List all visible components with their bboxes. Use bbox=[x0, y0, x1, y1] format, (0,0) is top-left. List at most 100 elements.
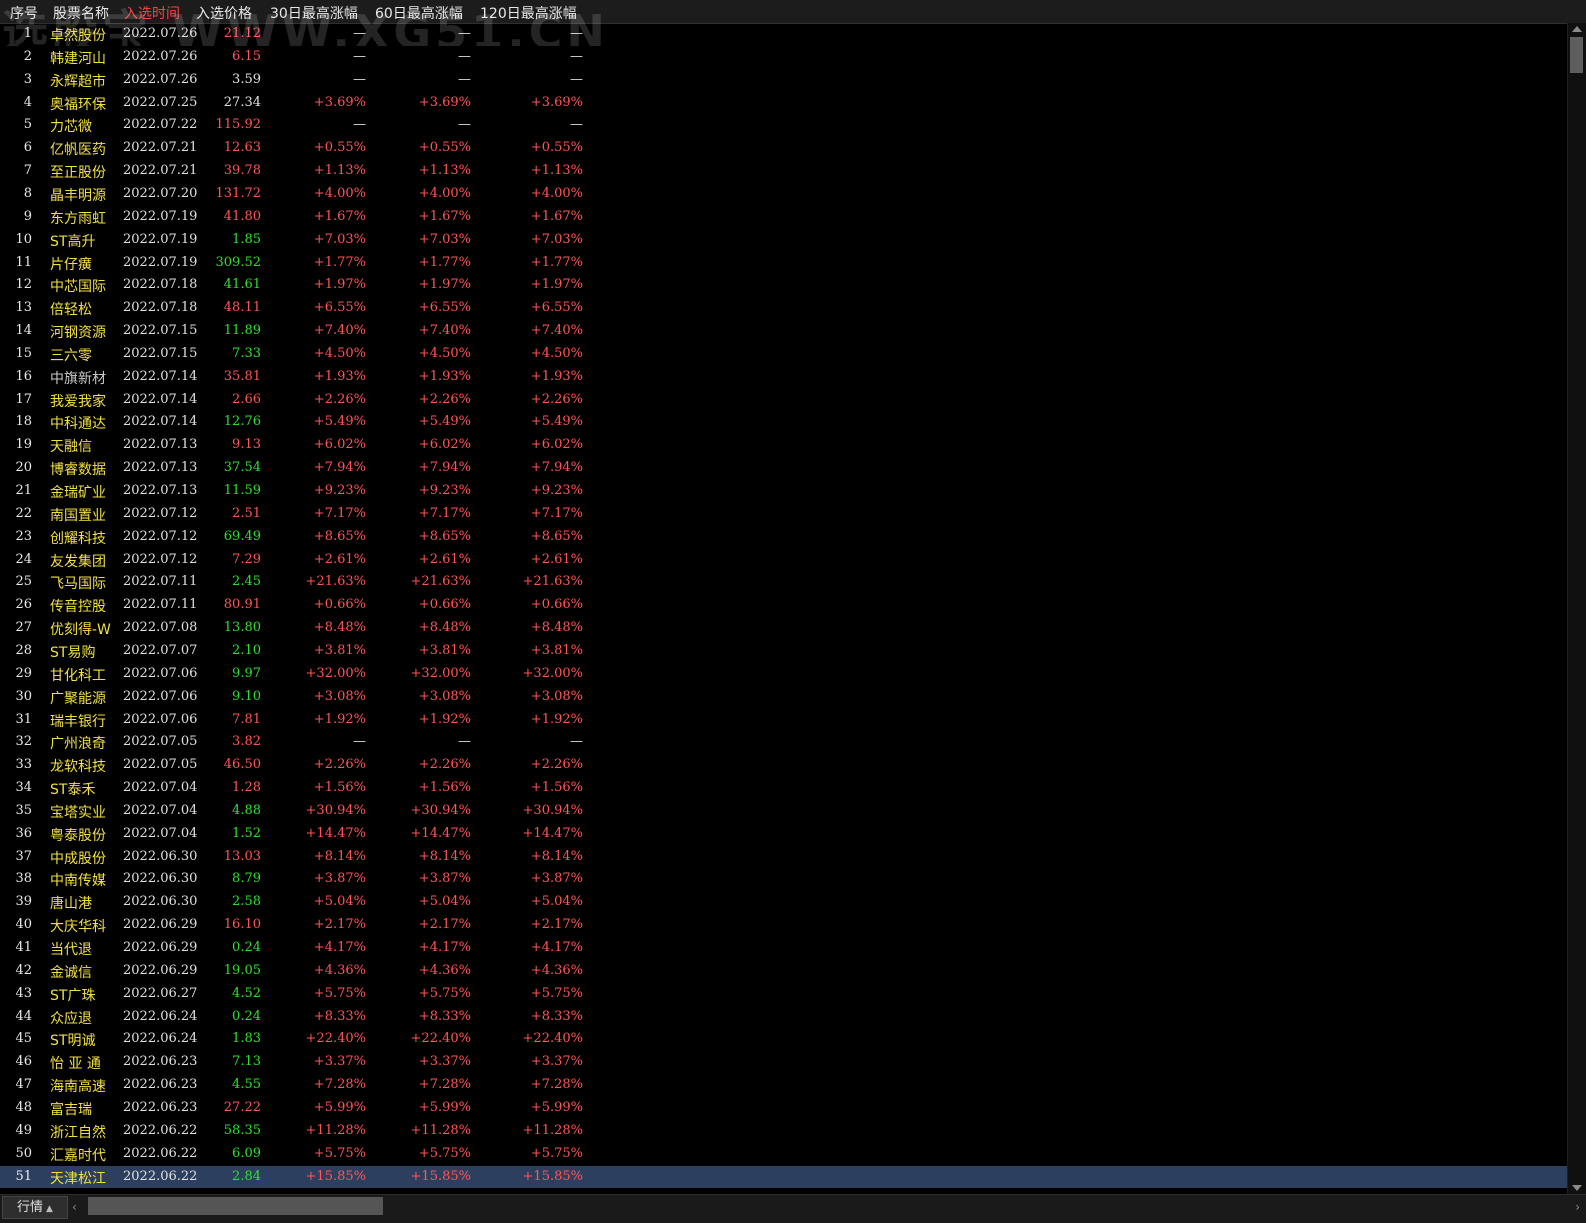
table-row[interactable]: 39 唐山港 2022.06.30 2.58 +5.04% +5.04% +5.04% bbox=[0, 891, 1568, 914]
table-row[interactable]: 33 龙软科技 2022.07.05 46.50 +2.26% +2.26% +2.26% bbox=[0, 754, 1568, 777]
table-row[interactable]: 1 卓然股份 2022.07.26 21.12 — — — bbox=[0, 23, 1568, 46]
table-row[interactable]: 12 中芯国际 2022.07.18 41.61 +1.97% +1.97% +1.97% bbox=[0, 274, 1568, 297]
select-date: 2022.06.30 bbox=[123, 871, 198, 887]
market-tab-label: 行情 bbox=[17, 1200, 44, 1215]
select-date: 2022.07.22 bbox=[123, 117, 198, 133]
table-row[interactable]: 30 广聚能源 2022.07.06 9.10 +3.08% +3.08% +3.08% bbox=[0, 686, 1568, 709]
table-row[interactable]: 44 众应退 2022.06.24 0.24 +8.33% +8.33% +8.33% bbox=[0, 1006, 1568, 1029]
select-price: 3.59 bbox=[232, 71, 261, 87]
select-price: 6.09 bbox=[232, 1145, 261, 1161]
table-row[interactable]: 21 金瑞矿业 2022.07.13 11.59 +9.23% +9.23% +9.23% bbox=[0, 480, 1568, 503]
stock-name: 飞马国际 bbox=[50, 576, 106, 593]
table-row[interactable]: 37 中成股份 2022.06.30 13.03 +8.14% +8.14% +8.14% bbox=[0, 846, 1568, 869]
gain-120d: +1.97% bbox=[530, 277, 583, 293]
table-row[interactable]: 31 瑞丰银行 2022.07.06 7.81 +1.92% +1.92% +1.92% bbox=[0, 709, 1568, 732]
table-row[interactable]: 25 飞马国际 2022.07.11 2.45 +21.63% +21.63% +21.63… bbox=[0, 571, 1568, 594]
table-row[interactable]: 15 三六零 2022.07.15 7.33 +4.50% +4.50% +4.50% bbox=[0, 343, 1568, 366]
table-row[interactable]: 20 博睿数据 2022.07.13 37.54 +7.94% +7.94% +7.94% bbox=[0, 457, 1568, 480]
table-row[interactable]: 48 富吉瑞 2022.06.23 27.22 +5.99% +5.99% +5.99% bbox=[0, 1097, 1568, 1120]
scroll-up-icon[interactable] bbox=[1572, 26, 1582, 32]
table-row[interactable]: 23 创耀科技 2022.07.12 69.49 +8.65% +8.65% +8.65% bbox=[0, 526, 1568, 549]
row-index: 12 bbox=[15, 277, 32, 293]
row-index: 38 bbox=[15, 871, 32, 887]
select-date: 2022.07.13 bbox=[123, 460, 198, 476]
gain-30d: +30.94% bbox=[305, 802, 366, 818]
header-120d-gain[interactable]: 120日最高涨幅 bbox=[480, 3, 577, 23]
table-row[interactable]: 19 天融信 2022.07.13 9.13 +6.02% +6.02% +6.02% bbox=[0, 434, 1568, 457]
table-row[interactable]: 46 怡 亚 通 2022.06.23 7.13 +3.37% +3.37% +3.37% bbox=[0, 1051, 1568, 1074]
stock-name: 瑞丰银行 bbox=[50, 713, 106, 730]
header-index[interactable]: 序号 bbox=[10, 3, 38, 23]
table-row[interactable]: 29 甘化科工 2022.07.06 9.97 +32.00% +32.00% +32.00… bbox=[0, 663, 1568, 686]
table-row[interactable]: 35 宝塔实业 2022.07.04 4.88 +30.94% +30.94% +30.94… bbox=[0, 800, 1568, 823]
table-row[interactable]: 3 永辉超市 2022.07.26 3.59 — — — bbox=[0, 69, 1568, 92]
table-row[interactable]: 22 南国置业 2022.07.12 2.51 +7.17% +7.17% +7.17% bbox=[0, 503, 1568, 526]
table-row[interactable]: 32 广州浪奇 2022.07.05 3.82 — — — bbox=[0, 731, 1568, 754]
gain-30d: +1.13% bbox=[313, 163, 366, 179]
table-row[interactable]: 26 传音控股 2022.07.11 80.91 +0.66% +0.66% +0.66% bbox=[0, 594, 1568, 617]
table-row[interactable]: 18 中科通达 2022.07.14 12.76 +5.49% +5.49% +5.49% bbox=[0, 411, 1568, 434]
table-row[interactable]: 34 ST泰禾 2022.07.04 1.28 +1.56% +1.56% +1.56% bbox=[0, 777, 1568, 800]
table-row[interactable]: 4 奥福环保 2022.07.25 27.34 +3.69% +3.69% +3.69% bbox=[0, 92, 1568, 115]
table-row[interactable]: 2 韩建河山 2022.07.26 6.15 — — — bbox=[0, 46, 1568, 69]
gain-30d: +0.55% bbox=[313, 140, 366, 156]
table-row[interactable]: 28 ST易购 2022.07.07 2.10 +3.81% +3.81% +3.81% bbox=[0, 640, 1568, 663]
table-row[interactable]: 24 友发集团 2022.07.12 7.29 +2.61% +2.61% +2.61% bbox=[0, 549, 1568, 572]
table-row[interactable]: 45 ST明诚 2022.06.24 1.83 +22.40% +22.40% +22.40… bbox=[0, 1028, 1568, 1051]
vertical-scrollbar[interactable] bbox=[1567, 23, 1586, 1194]
gain-60d: +6.02% bbox=[418, 437, 471, 453]
header-select-date[interactable]: 入选时间 bbox=[124, 3, 180, 23]
table-row[interactable]: 38 中南传媒 2022.06.30 8.79 +3.87% +3.87% +3.87% bbox=[0, 868, 1568, 891]
header-60d-gain[interactable]: 60日最高涨幅 bbox=[375, 3, 463, 23]
header-30d-gain[interactable]: 30日最高涨幅 bbox=[270, 3, 358, 23]
stock-name: 片仔癀 bbox=[50, 256, 92, 273]
gain-60d: +5.04% bbox=[418, 894, 471, 910]
table-row[interactable]: 17 我爱我家 2022.07.14 2.66 +2.26% +2.26% +2.26% bbox=[0, 389, 1568, 412]
gain-120d: +3.69% bbox=[530, 94, 583, 110]
gain-60d: +6.55% bbox=[418, 300, 471, 316]
header-select-price[interactable]: 入选价格 bbox=[196, 3, 252, 23]
table-row[interactable]: 51 天津松江 2022.06.22 2.84 +15.85% +15.85% +15.85… bbox=[0, 1165, 1568, 1189]
select-date: 2022.07.11 bbox=[123, 574, 198, 590]
table-row[interactable]: 8 晶丰明源 2022.07.20 131.72 +4.00% +4.00% +4.00% bbox=[0, 183, 1568, 206]
table-row[interactable]: 49 浙江自然 2022.06.22 58.35 +11.28% +11.28% +11.2… bbox=[0, 1120, 1568, 1143]
stock-name: 中南传媒 bbox=[50, 873, 106, 890]
scroll-right-icon[interactable]: › bbox=[1575, 1200, 1580, 1214]
gain-120d: +2.26% bbox=[530, 757, 583, 773]
table-row[interactable]: 11 片仔癀 2022.07.19 309.52 +1.77% +1.77% +1.77% bbox=[0, 252, 1568, 275]
table-row[interactable]: 5 力芯微 2022.07.22 115.92 — — — bbox=[0, 114, 1568, 137]
table-row[interactable]: 47 海南高速 2022.06.23 4.55 +7.28% +7.28% +7.28% bbox=[0, 1074, 1568, 1097]
select-date: 2022.07.06 bbox=[123, 665, 198, 681]
vertical-scroll-thumb[interactable] bbox=[1570, 37, 1583, 73]
table-row[interactable]: 7 至正股份 2022.07.21 39.78 +1.13% +1.13% +1.13% bbox=[0, 160, 1568, 183]
row-index: 35 bbox=[15, 802, 32, 818]
table-row[interactable]: 10 ST高升 2022.07.19 1.85 +7.03% +7.03% +7.03% bbox=[0, 229, 1568, 252]
table-row[interactable]: 50 汇嘉时代 2022.06.22 6.09 +5.75% +5.75% +5.75% bbox=[0, 1143, 1568, 1166]
select-price: 0.24 bbox=[232, 940, 261, 955]
table-row[interactable]: 14 河钢资源 2022.07.15 11.89 +7.40% +7.40% +7.40% bbox=[0, 320, 1568, 343]
table-row[interactable]: 36 粤泰股份 2022.07.04 1.52 +14.47% +14.47% +14.47… bbox=[0, 823, 1568, 846]
horizontal-scroll-thumb[interactable] bbox=[88, 1197, 383, 1215]
gain-30d: +1.92% bbox=[313, 711, 366, 727]
gain-30d: +4.00% bbox=[313, 185, 366, 201]
gain-120d: +4.36% bbox=[530, 962, 583, 978]
header-stock-name[interactable]: 股票名称 bbox=[53, 3, 109, 23]
row-index: 24 bbox=[15, 551, 32, 567]
table-row[interactable]: 9 东方雨虹 2022.07.19 41.80 +1.67% +1.67% +1.67% bbox=[0, 206, 1568, 229]
table-row[interactable]: 42 金诚信 2022.06.29 19.05 +4.36% +4.36% +4.36% bbox=[0, 960, 1568, 983]
stock-name: 优刻得-W bbox=[50, 622, 111, 639]
gain-120d: +15.85% bbox=[522, 1168, 583, 1184]
table-row[interactable]: 43 ST广珠 2022.06.27 4.52 +5.75% +5.75% +5.75% bbox=[0, 983, 1568, 1006]
table-row[interactable]: 27 优刻得-W 2022.07.08 13.80 +8.48% +8.48% +8.48% bbox=[0, 617, 1568, 640]
select-date: 2022.06.23 bbox=[123, 1077, 198, 1093]
table-row[interactable]: 41 当代退 2022.06.29 0.24 +4.17% +4.17% +4.17% bbox=[0, 937, 1568, 960]
market-tab[interactable]: 行情 ▲ bbox=[2, 1196, 68, 1219]
select-date: 2022.06.23 bbox=[123, 1099, 198, 1115]
table-row[interactable]: 13 倍轻松 2022.07.18 48.11 +6.55% +6.55% +6.55% bbox=[0, 297, 1568, 320]
scroll-left-icon[interactable]: ‹ bbox=[72, 1200, 77, 1214]
scroll-down-icon[interactable] bbox=[1572, 1185, 1582, 1191]
table-row[interactable]: 40 大庆华科 2022.06.29 16.10 +2.17% +2.17% +2.17% bbox=[0, 914, 1568, 937]
gain-120d: +1.67% bbox=[530, 208, 583, 224]
table-row[interactable]: 16 中旗新材 2022.07.14 35.81 +1.93% +1.93% +1.93% bbox=[0, 366, 1568, 389]
table-row[interactable]: 6 亿帆医药 2022.07.21 12.63 +0.55% +0.55% +0.55% bbox=[0, 137, 1568, 160]
